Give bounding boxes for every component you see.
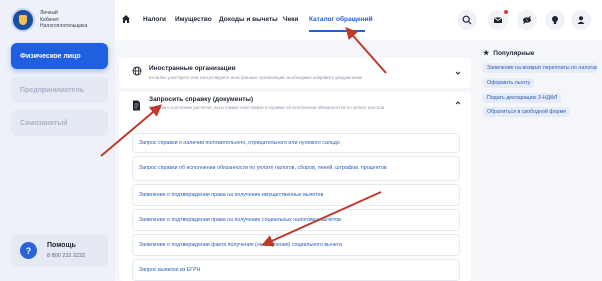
brand-line-3: Налогоплательщика [40,23,88,30]
eye-off-icon [523,16,531,24]
request-certificate-subtitle: Справки о состоянии расчетов, акты совме… [149,105,385,110]
request-certificate-section: Запросить справку (документы) Справки о … [119,92,471,281]
sidebar-item-entrepreneur[interactable]: Предприниматель [11,77,108,103]
emblem-icon [11,8,35,32]
popular-link-3ndfl[interactable]: Подать декларацию 3-НДФЛ [483,93,562,103]
top-nav: Налоги Имущество Доходы и вычеты Чеки Ка… [115,0,602,40]
request-certificate-title[interactable]: Запросить справку (документы) [149,96,253,103]
document-icon [133,100,140,111]
popular-link-refund[interactable]: Заявление на возврат переплаты по налога… [483,63,597,73]
help-phone: 8 800 222 2222 [47,253,86,259]
foreign-orgs-section[interactable]: Иностранные организации Если Вы участвуе… [119,58,471,88]
globe-icon [132,66,142,76]
mail-icon [493,17,503,23]
foreign-orgs-subtitle: Если Вы участвуете или контролируете ино… [149,75,363,80]
help-widget[interactable]: ? Помощь 8 800 222 2222 [11,234,108,267]
search-button[interactable] [457,10,477,30]
visibility-button[interactable] [517,10,537,30]
link-social-deduction-right[interactable]: Заявление о подтверждении права на получ… [132,209,460,231]
main-content: Иностранные организации Если Вы участвуе… [119,46,471,281]
nav-active-underline [309,30,365,32]
link-saldo-certificate[interactable]: Запрос справки о наличии положительного,… [132,133,460,153]
popular-link-free-form[interactable]: Обратиться в свободной форме [483,107,571,117]
home-icon[interactable] [121,14,131,24]
nav-receipts[interactable]: Чеки [283,16,298,23]
sidebar: Личный Кабинет Налогоплательщика Физичес… [0,0,115,281]
link-tax-obligation-certificate[interactable]: Запрос справки об исполнении обязанности… [132,156,460,181]
logo[interactable]: Личный Кабинет Налогоплательщика [11,8,87,32]
nav-income-deductions[interactable]: Доходы и вычеты [219,16,278,23]
sidebar-item-individual[interactable]: Физическое лицо [11,43,108,69]
brand-text: Личный Кабинет Налогоплательщика [40,10,87,29]
chevron-down-icon[interactable] [455,70,461,76]
nav-property[interactable]: Имущество [175,16,212,23]
popular-link-benefit[interactable]: Оформить льготу [483,78,535,88]
foreign-orgs-title: Иностранные организации [149,65,236,72]
link-social-deduction-fact[interactable]: Заявление о подтверждении факта получени… [132,234,460,256]
nav-taxes[interactable]: Налоги [143,16,166,23]
link-egrn-extract[interactable]: Запрос выписки из ЕГРН [132,259,460,281]
popular-title: ★ Популярные [483,49,535,58]
hints-button[interactable] [545,10,565,30]
star-icon: ★ [483,50,490,57]
notification-dot [504,10,508,14]
nav-catalog[interactable]: Каталог обращений [309,16,373,23]
help-title: Помощь [47,242,76,249]
chevron-up-icon[interactable] [455,100,461,106]
popular-title-text: Популярные [493,49,535,57]
link-property-deduction[interactable]: Заявление о подтверждении права на получ… [132,184,460,206]
profile-button[interactable] [571,10,591,30]
search-icon [462,15,472,25]
help-icon: ? [20,242,37,259]
user-icon [577,16,585,24]
bulb-icon [552,16,558,24]
sidebar-item-self-employed[interactable]: Самозанятый [11,110,108,136]
